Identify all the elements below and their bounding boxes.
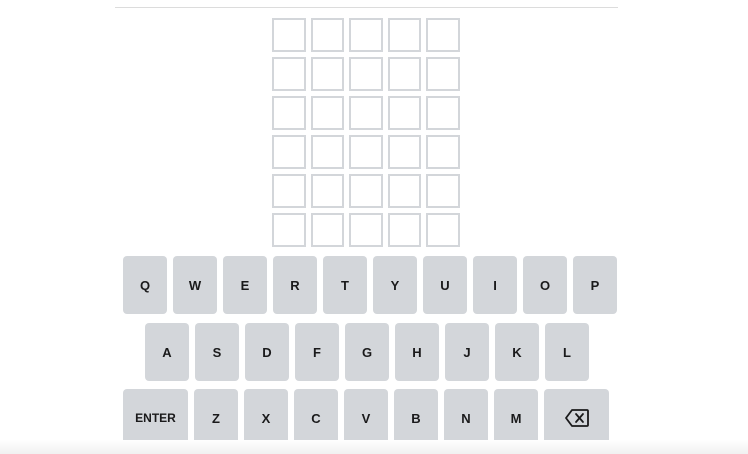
key-s[interactable]: S — [195, 323, 239, 381]
tile — [387, 174, 422, 208]
board-row — [272, 57, 460, 91]
tile — [426, 96, 460, 130]
header-divider — [115, 7, 618, 8]
key-z[interactable]: Z — [194, 389, 238, 447]
tile — [387, 213, 422, 247]
tile — [349, 174, 383, 208]
tile — [387, 57, 422, 91]
tile — [387, 18, 422, 52]
keyboard-row-2: A S D F G H J K L — [145, 323, 589, 381]
key-i[interactable]: I — [473, 256, 517, 314]
tile — [387, 135, 422, 169]
key-l[interactable]: L — [545, 323, 589, 381]
tile — [272, 96, 306, 130]
tile — [349, 135, 383, 169]
tile — [426, 57, 460, 91]
tile — [349, 18, 383, 52]
board-row — [272, 96, 460, 130]
keyboard-row-1: Q W E R T Y U I O P — [123, 256, 617, 314]
key-a[interactable]: A — [145, 323, 189, 381]
tile — [426, 213, 460, 247]
key-d[interactable]: D — [245, 323, 289, 381]
key-j[interactable]: J — [445, 323, 489, 381]
bottom-edge — [0, 440, 748, 454]
key-h[interactable]: H — [395, 323, 439, 381]
key-f[interactable]: F — [295, 323, 339, 381]
tile — [310, 174, 345, 208]
game-board — [272, 18, 460, 247]
board-row — [272, 135, 460, 169]
key-p[interactable]: P — [573, 256, 617, 314]
key-r[interactable]: R — [273, 256, 317, 314]
tile — [272, 174, 306, 208]
tile — [272, 135, 306, 169]
tile — [310, 135, 345, 169]
tile — [387, 96, 422, 130]
tile — [310, 18, 345, 52]
key-t[interactable]: T — [323, 256, 367, 314]
key-g[interactable]: G — [345, 323, 389, 381]
key-y[interactable]: Y — [373, 256, 417, 314]
key-m[interactable]: M — [494, 389, 538, 447]
tile — [426, 18, 460, 52]
enter-key[interactable]: ENTER — [123, 389, 188, 447]
key-q[interactable]: Q — [123, 256, 167, 314]
key-u[interactable]: U — [423, 256, 467, 314]
key-x[interactable]: X — [244, 389, 288, 447]
tile — [349, 96, 383, 130]
tile — [310, 213, 345, 247]
key-v[interactable]: V — [344, 389, 388, 447]
backspace-icon — [564, 409, 589, 427]
key-n[interactable]: N — [444, 389, 488, 447]
key-w[interactable]: W — [173, 256, 217, 314]
key-b[interactable]: B — [394, 389, 438, 447]
tile — [272, 18, 306, 52]
tile — [349, 213, 383, 247]
keyboard-row-3: ENTER Z X C V B N M — [123, 389, 609, 447]
key-e[interactable]: E — [223, 256, 267, 314]
tile — [272, 213, 306, 247]
tile — [310, 96, 345, 130]
tile — [310, 57, 345, 91]
board-row — [272, 18, 460, 52]
tile — [426, 135, 460, 169]
key-k[interactable]: K — [495, 323, 539, 381]
key-c[interactable]: C — [294, 389, 338, 447]
tile — [349, 57, 383, 91]
board-row — [272, 174, 460, 208]
tile — [426, 174, 460, 208]
key-o[interactable]: O — [523, 256, 567, 314]
board-row — [272, 213, 460, 247]
tile — [272, 57, 306, 91]
backspace-key[interactable] — [544, 389, 609, 447]
